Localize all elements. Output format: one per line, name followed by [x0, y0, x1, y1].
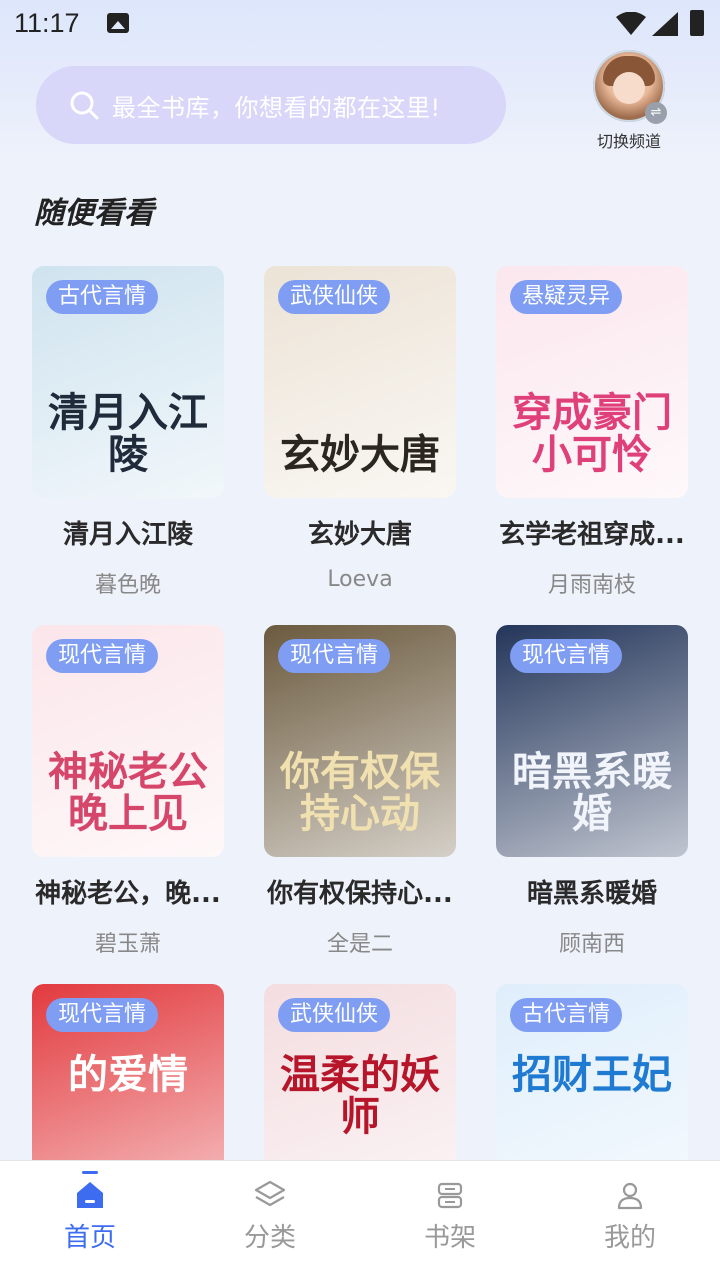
book-title: 暗黑系暖婚 [526, 879, 657, 909]
shelf-icon [437, 1182, 463, 1209]
switch-icon: ⇌ [645, 102, 667, 124]
active-tab-indicator [82, 1171, 98, 1174]
genre-tag: 现代言情 [46, 639, 159, 673]
genre-tag: 古代言情 [46, 280, 159, 314]
genre-tag: 武侠仙侠 [278, 998, 391, 1032]
tab-home[interactable]: 首页 [40, 1179, 140, 1254]
tab-category-label: 分类 [243, 1223, 296, 1253]
wifi-icon [616, 12, 646, 35]
book-cover: 悬疑灵异 穿成豪门小可怜 [496, 266, 688, 498]
book-cover: 现代言情 暗黑系暖婚 [496, 625, 688, 857]
book-card[interactable]: 现代言情 你有权保持心动 你有权保持心... 全是二 [264, 625, 456, 958]
cover-title-art: 温柔的妖师 [280, 1051, 440, 1140]
genre-tag: 武侠仙侠 [278, 280, 391, 314]
book-card[interactable]: 现代言情 暗黑系暖婚 暗黑系暖婚 顾南西 [496, 625, 688, 958]
book-cover: 武侠仙侠 玄妙大唐 [264, 266, 456, 498]
avatar: ⇌ [593, 50, 667, 124]
cover-title-art: 玄妙大唐 [280, 431, 440, 478]
tab-mine-label: 我的 [603, 1223, 656, 1253]
book-author: 碧玉萧 [94, 932, 161, 957]
tab-mine[interactable]: 我的 [580, 1179, 680, 1254]
book-author: 暮色晚 [94, 573, 161, 598]
book-title: 玄学老祖穿成... [499, 520, 685, 550]
cover-title-art: 清月入江陵 [48, 389, 208, 478]
genre-tag: 现代言情 [510, 639, 623, 673]
bottom-tab-bar: 首页 分类 书架 我的 [0, 1160, 720, 1281]
tab-home-label: 首页 [63, 1223, 116, 1253]
genre-tag: 现代言情 [278, 639, 391, 673]
book-title: 玄妙大唐 [307, 520, 412, 550]
image-notification-icon [107, 13, 129, 33]
cover-title-art: 招财王妃 [512, 1051, 672, 1098]
book-author: 顾南西 [558, 932, 625, 957]
signal-icon [652, 12, 678, 36]
tab-bookshelf[interactable]: 书架 [400, 1179, 500, 1254]
layers-icon [254, 1180, 286, 1207]
book-card[interactable]: 悬疑灵异 穿成豪门小可怜 玄学老祖穿成... 月雨南枝 [496, 266, 688, 599]
book-title: 神秘老公，晚... [35, 879, 221, 909]
home-icon [77, 1182, 103, 1208]
search-placeholder: 最全书库，你想看的都在这里! [112, 93, 441, 122]
book-card[interactable]: 武侠仙侠 玄妙大唐 玄妙大唐 Loeva [264, 266, 456, 592]
book-title: 你有权保持心... [267, 879, 453, 909]
cover-title-art: 你有权保持心动 [280, 748, 440, 837]
section-title: 随便看看 [34, 196, 154, 231]
search-bar[interactable]: 最全书库，你想看的都在这里! [36, 66, 506, 144]
tab-category[interactable]: 分类 [220, 1179, 320, 1254]
search-icon [70, 91, 99, 120]
book-author: 月雨南枝 [547, 573, 636, 598]
book-card[interactable]: 现代言情 神秘老公晚上见 神秘老公，晚... 碧玉萧 [32, 625, 224, 958]
book-cover: 现代言情 神秘老公晚上见 [32, 625, 224, 857]
genre-tag: 现代言情 [46, 998, 159, 1032]
book-cover: 古代言情 清月入江陵 [32, 266, 224, 498]
book-author: Loeva [327, 567, 393, 592]
switch-channel-label: 切换频道 [596, 132, 661, 151]
genre-tag: 古代言情 [510, 998, 623, 1032]
tab-bookshelf-label: 书架 [423, 1223, 476, 1253]
cover-title-art: 穿成豪门小可怜 [512, 389, 672, 478]
status-time: 11:17 [14, 8, 80, 38]
status-bar: 11:17 [0, 0, 720, 50]
user-icon [617, 1182, 643, 1210]
switch-channel-button[interactable]: ⇌ 切换频道 [590, 50, 668, 154]
avatar-face [613, 72, 645, 104]
book-card[interactable]: 古代言情 清月入江陵 清月入江陵 暮色晚 [32, 266, 224, 599]
book-cover: 现代言情 你有权保持心动 [264, 625, 456, 857]
book-title: 清月入江陵 [62, 520, 193, 550]
genre-tag: 悬疑灵异 [510, 280, 623, 314]
cover-title-art: 的爱情 [68, 1051, 188, 1098]
cover-title-art: 神秘老公晚上见 [48, 748, 208, 837]
cover-title-art: 暗黑系暖婚 [512, 748, 672, 837]
battery-icon [690, 10, 704, 36]
book-author: 全是二 [326, 932, 393, 957]
